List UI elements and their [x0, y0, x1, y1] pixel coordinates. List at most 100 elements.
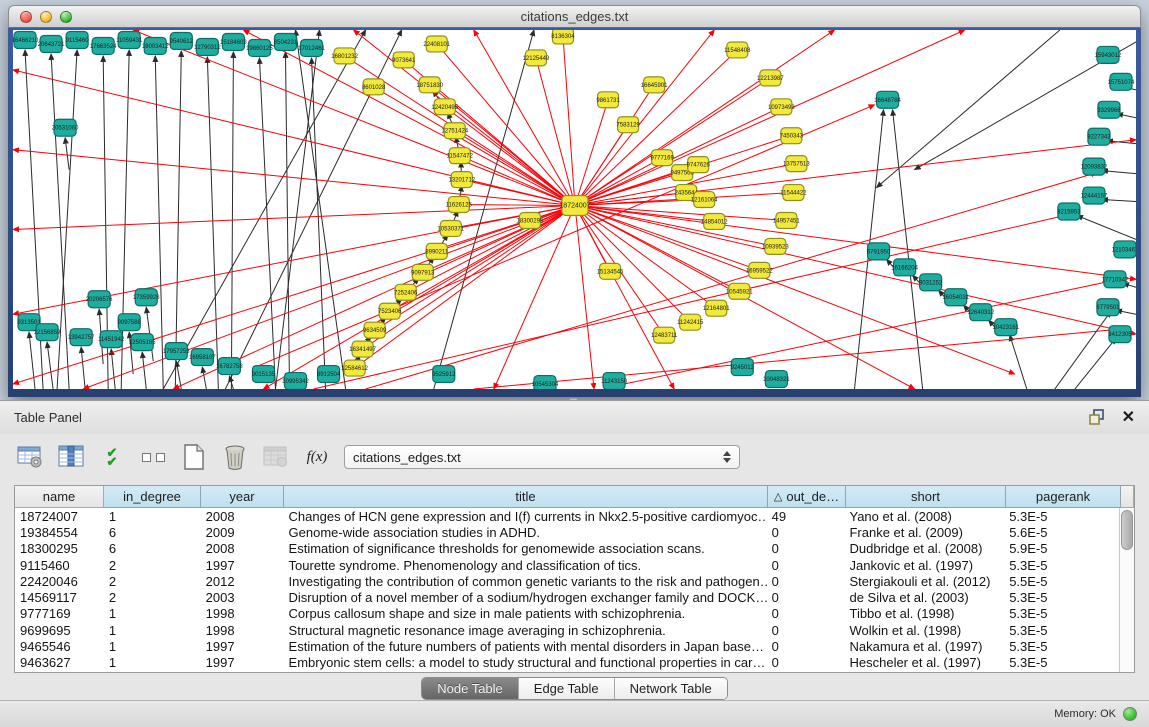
close-window-button[interactable] — [20, 11, 32, 23]
cell-out_de[interactable]: 49 — [767, 509, 845, 524]
graph-edge[interactable] — [575, 206, 674, 389]
graph-edge[interactable] — [1102, 171, 1136, 174]
cell-in_degree[interactable]: 1 — [104, 639, 201, 654]
table-vertical-scrollbar[interactable] — [1119, 508, 1134, 672]
cell-title[interactable]: Embryonic stem cells: a model to study s… — [284, 655, 767, 670]
cell-title[interactable]: Genome-wide association studies in ADHD. — [284, 525, 767, 540]
graph-edge[interactable] — [142, 352, 146, 389]
graph-edge[interactable] — [1102, 200, 1136, 202]
cell-short[interactable]: Hescheler et al. (1997) — [844, 655, 1004, 670]
graph-edge[interactable] — [312, 58, 326, 389]
cell-out_de[interactable]: 0 — [767, 558, 845, 573]
select-all-icon[interactable]: ✔✔ — [98, 443, 126, 471]
cell-in_degree[interactable]: 2 — [104, 574, 201, 589]
graph-edge[interactable] — [259, 58, 275, 389]
cell-pagerank[interactable]: 5.3E-5 — [1004, 639, 1119, 654]
cell-out_de[interactable]: 0 — [767, 541, 845, 556]
cell-title[interactable]: Estimation of significance thresholds fo… — [284, 541, 767, 556]
graph-edge[interactable] — [263, 206, 575, 389]
graph-edge[interactable] — [355, 206, 575, 369]
cell-name[interactable]: 14569117 — [15, 590, 104, 605]
graph-edge[interactable] — [575, 206, 1136, 335]
column-header-year[interactable]: year — [201, 486, 284, 508]
graph-edge[interactable] — [563, 36, 575, 206]
cell-name[interactable]: 9777169 — [15, 606, 104, 621]
cell-title[interactable]: Tourette syndrome. Phenomenology and cla… — [284, 558, 767, 573]
column-header-in_degree[interactable]: in_degree — [104, 486, 201, 508]
cell-short[interactable]: de Silva et al. (2003) — [844, 590, 1004, 605]
graph-edge[interactable] — [575, 206, 1136, 280]
graph-edge[interactable] — [13, 206, 575, 230]
cell-pagerank[interactable]: 5.3E-5 — [1004, 655, 1119, 670]
graph-edge[interactable] — [13, 70, 575, 206]
column-header-name[interactable]: name — [15, 486, 104, 508]
column-header-pagerank[interactable]: pagerank — [1006, 486, 1121, 508]
cell-name[interactable]: 22420046 — [15, 574, 104, 589]
column-header-out_de[interactable]: △out_de… — [768, 486, 846, 508]
citation-graph[interactable]: 1646621020643721911546017663524110594311… — [13, 30, 1136, 389]
table-selector-combobox[interactable]: citations_edges.txt — [344, 445, 740, 469]
cell-pagerank[interactable]: 5.6E-5 — [1004, 525, 1119, 540]
cell-pagerank[interactable]: 5.9E-5 — [1004, 541, 1119, 556]
table-row[interactable]: 969969511998Structural magnetic resonanc… — [15, 622, 1119, 638]
graph-edge[interactable] — [1010, 335, 1027, 389]
window-titlebar[interactable]: citations_edges.txt — [8, 5, 1141, 28]
cell-in_degree[interactable]: 6 — [104, 525, 201, 540]
cell-year[interactable]: 1998 — [201, 606, 284, 621]
cell-year[interactable]: 1998 — [201, 623, 284, 638]
table-row[interactable]: 946554611997Estimation of the future num… — [15, 638, 1119, 654]
graph-edge[interactable] — [877, 30, 1060, 188]
graph-edge[interactable] — [285, 52, 289, 389]
cell-year[interactable]: 1997 — [201, 639, 284, 654]
float-panel-icon[interactable] — [1088, 409, 1108, 427]
graph-edge[interactable] — [474, 329, 1120, 389]
cell-pagerank[interactable]: 5.3E-5 — [1004, 606, 1119, 621]
graph-edge[interactable] — [65, 138, 69, 170]
cell-title[interactable]: Disruption of a novel member of a sodium… — [284, 590, 767, 605]
new-document-icon[interactable] — [180, 443, 208, 471]
cell-in_degree[interactable]: 6 — [104, 541, 201, 556]
cell-year[interactable]: 2008 — [201, 509, 284, 524]
cell-out_de[interactable]: 0 — [767, 525, 845, 540]
cell-short[interactable]: Stergiakouli et al. (2012) — [844, 574, 1004, 589]
cell-short[interactable]: Jankovic et al. (1997) — [844, 558, 1004, 573]
tab-edge-table[interactable]: Edge Table — [519, 678, 615, 699]
cell-year[interactable]: 2008 — [201, 541, 284, 556]
graph-edge[interactable] — [575, 206, 594, 389]
table-settings-icon[interactable] — [16, 443, 44, 471]
table-row[interactable]: 977716911998Corpus callosum shape and si… — [15, 606, 1119, 622]
cell-title[interactable]: Corpus callosum shape and size in male p… — [284, 606, 767, 621]
graph-edge[interactable] — [296, 30, 346, 389]
graph-edge[interactable] — [575, 206, 690, 323]
cell-out_de[interactable]: 0 — [767, 574, 845, 589]
graph-edge[interactable] — [455, 131, 575, 206]
cell-year[interactable]: 2003 — [201, 590, 284, 605]
cell-pagerank[interactable]: 5.3E-5 — [1004, 509, 1119, 524]
table-row[interactable]: 1456911722003Disruption of a novel membe… — [15, 589, 1119, 605]
cell-out_de[interactable]: 0 — [767, 623, 845, 638]
cell-pagerank[interactable]: 5.5E-5 — [1004, 574, 1119, 589]
graph-edge[interactable] — [575, 30, 714, 206]
graph-edge[interactable] — [460, 156, 575, 206]
cell-out_de[interactable]: 0 — [767, 639, 845, 654]
table-row[interactable]: 1872400712008Changes of HCN gene express… — [15, 508, 1119, 524]
table-row[interactable]: 1830029562008Estimation of significance … — [15, 541, 1119, 557]
cell-short[interactable]: Wolkin et al. (1998) — [844, 623, 1004, 638]
graph-edge[interactable] — [275, 30, 319, 389]
graph-edge[interactable] — [163, 30, 365, 389]
cell-out_de[interactable]: 0 — [767, 655, 845, 670]
tab-node-table[interactable]: Node Table — [422, 678, 519, 699]
graph-edge[interactable] — [111, 349, 115, 389]
column-header-short[interactable]: short — [846, 486, 1006, 508]
cell-name[interactable]: 18300295 — [15, 541, 104, 556]
cell-name[interactable]: 9115460 — [15, 558, 104, 573]
graph-edge[interactable] — [175, 51, 181, 389]
column-visibility-icon[interactable] — [57, 443, 85, 471]
cell-title[interactable]: Structural magnetic resonance image aver… — [284, 623, 767, 638]
cell-short[interactable]: Tibbo et al. (1998) — [844, 606, 1004, 621]
cell-name[interactable]: 9463627 — [15, 655, 104, 670]
cell-out_de[interactable]: 0 — [767, 590, 845, 605]
cell-pagerank[interactable]: 5.3E-5 — [1004, 623, 1119, 638]
graph-edge[interactable] — [459, 205, 575, 206]
graph-edge[interactable] — [1075, 338, 1116, 389]
